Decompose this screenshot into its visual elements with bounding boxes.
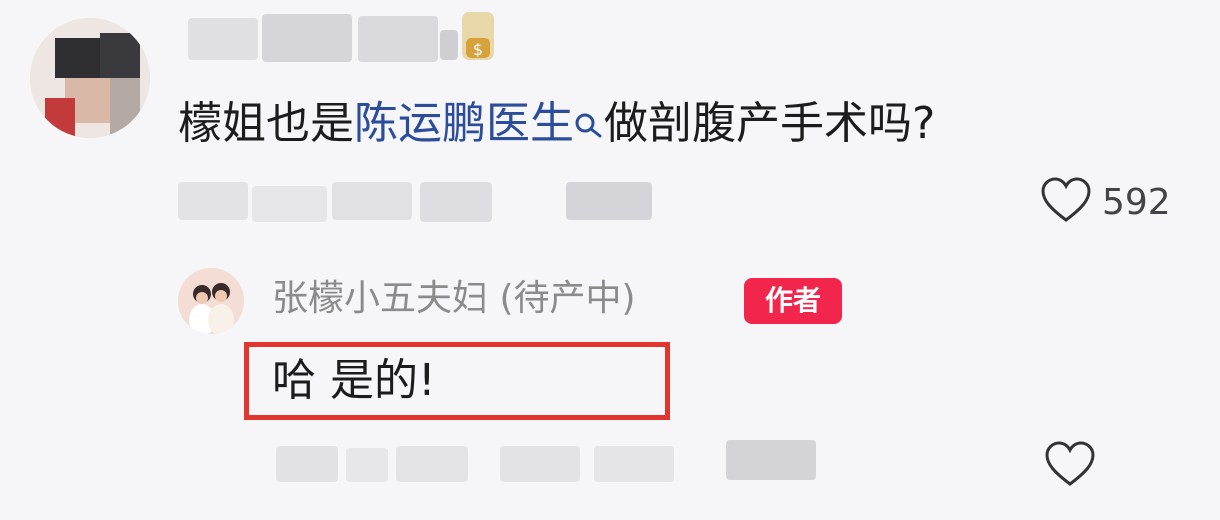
coin-badge-icon: $	[458, 8, 498, 64]
heart-icon	[1040, 176, 1092, 228]
reply-username[interactable]: 张檬小五夫妇 (待产中)	[272, 272, 636, 326]
comment-text-after: 做剖腹产手术吗?	[604, 98, 936, 149]
reply-avatar[interactable]	[178, 268, 244, 334]
comment-text: 檬姐也是陈运鹏医生 做剖腹产手术吗?	[178, 92, 935, 160]
reply-like-button[interactable]	[1044, 440, 1096, 492]
heart-icon	[1044, 440, 1096, 492]
like-button[interactable]: 592	[1040, 176, 1171, 228]
like-count: 592	[1102, 181, 1171, 223]
author-badge: 作者	[744, 278, 842, 324]
reply-text: 哈 是的!	[272, 355, 436, 406]
comment-text-before: 檬姐也是	[178, 98, 354, 149]
commenter-avatar[interactable]	[30, 18, 150, 138]
doctor-name-link[interactable]: 陈运鹏医生	[354, 98, 574, 149]
search-mini-icon[interactable]	[574, 96, 604, 160]
svg-text:$: $	[473, 40, 483, 59]
